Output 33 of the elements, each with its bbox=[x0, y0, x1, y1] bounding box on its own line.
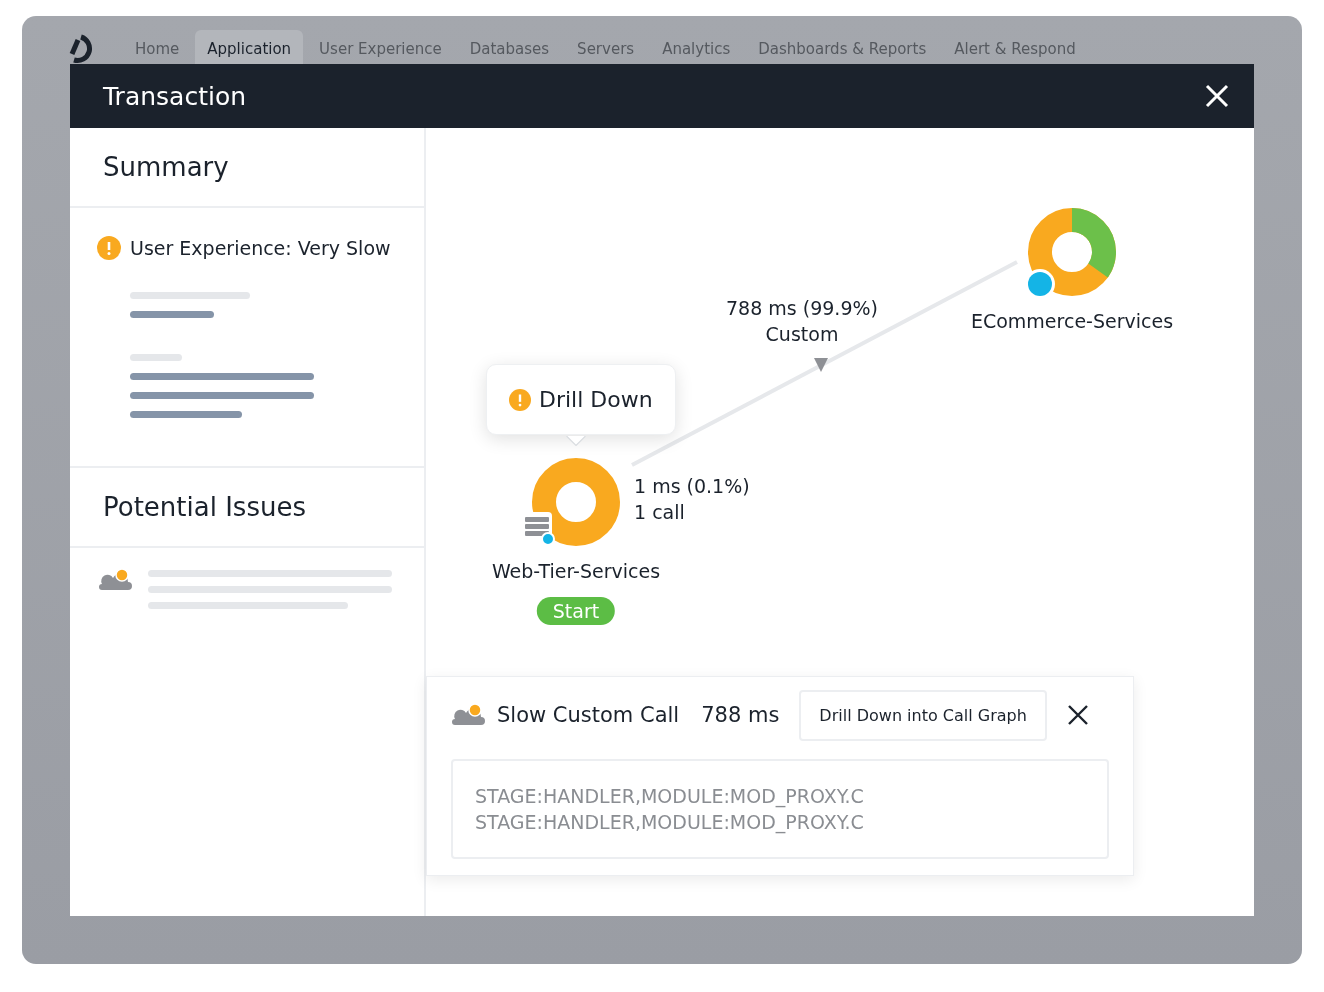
nav-tab[interactable]: Analytics bbox=[650, 30, 743, 64]
nav-tab[interactable]: User Experience bbox=[307, 30, 454, 64]
nav-tab[interactable]: Servers bbox=[565, 30, 647, 64]
cloud-alert-icon bbox=[98, 568, 132, 592]
close-icon[interactable] bbox=[1066, 704, 1089, 726]
nav-tab[interactable]: Databases bbox=[457, 30, 562, 64]
section-title: Potential Issues bbox=[103, 492, 306, 522]
service-donut-icon[interactable] bbox=[532, 458, 620, 546]
trace-line: STAGE:HANDLER,MODULE:MOD_PROXY.C bbox=[475, 784, 865, 809]
status-dot-icon bbox=[1028, 272, 1052, 296]
dialog-title: Transaction bbox=[103, 81, 247, 111]
warning-icon bbox=[509, 388, 531, 411]
trace-line: STAGE:HANDLER,MODULE:MOD_PROXY.C bbox=[475, 810, 865, 835]
node-label: ECommerce-Services bbox=[970, 310, 1174, 332]
drill-down-button[interactable]: Drill Down bbox=[486, 364, 676, 435]
start-badge: Start bbox=[536, 597, 616, 625]
tooltip-pointer bbox=[566, 436, 586, 446]
edge-label: 788 ms (99.9%) Custom bbox=[726, 296, 878, 347]
section-title: Summary bbox=[103, 152, 229, 182]
node-stats: 1 ms (0.1%) 1 call bbox=[634, 474, 750, 525]
server-icon bbox=[522, 512, 555, 546]
duration-text: 788 ms bbox=[701, 703, 780, 727]
alert-text: User Experience: Very Slow bbox=[130, 237, 391, 259]
drill-down-call-graph-button[interactable]: Drill Down into Call Graph bbox=[799, 689, 1047, 741]
cloud-alert-icon bbox=[451, 703, 485, 727]
warning-icon bbox=[97, 236, 121, 260]
detail-title: Slow Custom Call bbox=[497, 703, 680, 727]
placeholder-line bbox=[130, 354, 182, 361]
nav-tab[interactable]: Alert & Respond bbox=[942, 30, 1088, 64]
nav-tab[interactable]: Application bbox=[195, 30, 304, 64]
nav-tab[interactable]: Dashboards & Reports bbox=[746, 30, 939, 64]
nav-tab[interactable]: Home bbox=[123, 30, 192, 64]
node-label: Web-Tier-Services bbox=[491, 560, 661, 582]
